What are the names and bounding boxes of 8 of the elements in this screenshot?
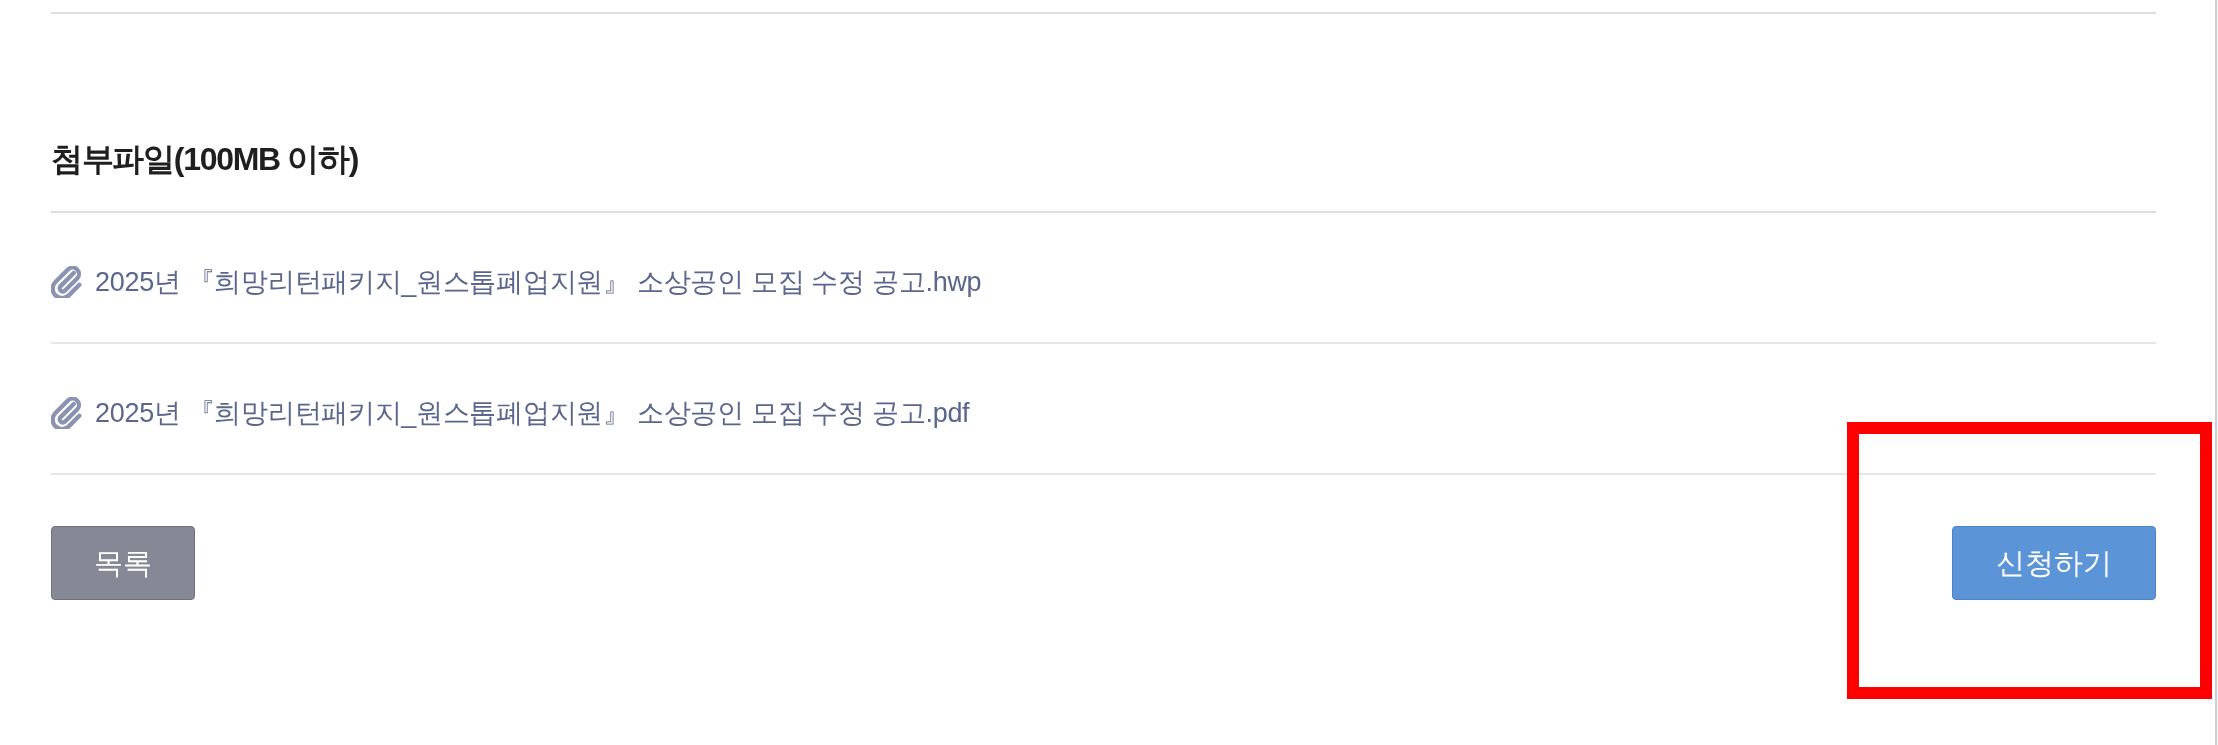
- section-title: 첨부파일(100MB 이하): [51, 140, 359, 179]
- list-button[interactable]: 목록: [51, 526, 195, 601]
- file-link[interactable]: 2025년 『희망리턴패키지_원스톱폐업지원』 소상공인 모집 수정 공고.hwp: [95, 261, 982, 303]
- apply-button[interactable]: 신청하기: [1952, 526, 2156, 601]
- paperclip-icon: [51, 396, 83, 429]
- file-link[interactable]: 2025년 『희망리턴패키지_원스톱폐업지원』 소상공인 모집 수정 공고.pdf: [95, 392, 970, 434]
- scrollbar[interactable]: [2215, 0, 2218, 745]
- paperclip-icon: [51, 265, 83, 298]
